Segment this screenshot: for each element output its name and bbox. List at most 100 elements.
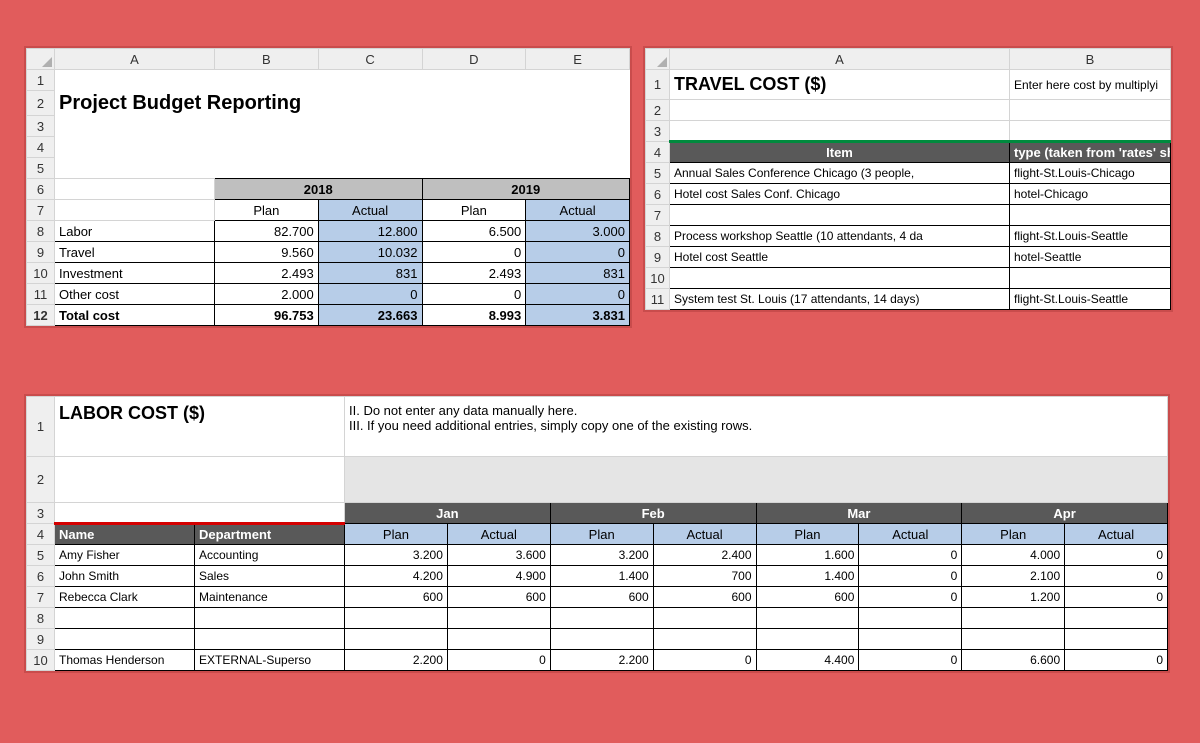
labor-value[interactable]: 0	[1065, 650, 1168, 671]
year-header[interactable]: 2018	[215, 179, 423, 200]
labor-value[interactable]: 1.600	[756, 545, 859, 566]
labor-value[interactable]	[345, 629, 448, 650]
labor-value[interactable]: 4.400	[756, 650, 859, 671]
project-budget-sheet[interactable]: A B C D E 1 2 Project Budget Reporting 3…	[24, 46, 632, 328]
row-header[interactable]: 4	[646, 142, 670, 163]
labor-cost-sheet[interactable]: 1 LABOR COST ($) II. Do not enter any da…	[24, 394, 1170, 673]
dept-header[interactable]: Department	[195, 524, 345, 545]
travel-item[interactable]: Hotel cost Sales Conf. Chicago	[670, 184, 1010, 205]
actual-value[interactable]: 831	[318, 263, 422, 284]
row-header[interactable]: 6	[27, 179, 55, 200]
cost-category[interactable]: Total cost	[55, 305, 215, 326]
col-header[interactable]: B	[1010, 49, 1171, 70]
labor-value[interactable]: 6.600	[962, 650, 1065, 671]
employee-name[interactable]: Amy Fisher	[55, 545, 195, 566]
actual-header[interactable]: Actual	[859, 524, 962, 545]
row-header[interactable]: 3	[27, 503, 55, 524]
row-header[interactable]: 11	[646, 289, 670, 310]
travel-item[interactable]: Annual Sales Conference Chicago (3 peopl…	[670, 163, 1010, 184]
plan-value[interactable]: 9.560	[215, 242, 319, 263]
actual-value[interactable]: 3.000	[526, 221, 630, 242]
travel-type[interactable]	[1010, 205, 1171, 226]
labor-value[interactable]	[962, 629, 1065, 650]
labor-value[interactable]: 600	[550, 587, 653, 608]
employee-name[interactable]: Rebecca Clark	[55, 587, 195, 608]
row-header[interactable]: 3	[27, 116, 55, 137]
row-header[interactable]: 4	[27, 524, 55, 545]
travel-item[interactable]: Process workshop Seattle (10 attendants,…	[670, 226, 1010, 247]
department[interactable]	[195, 629, 345, 650]
labor-value[interactable]	[1065, 629, 1168, 650]
row-header[interactable]: 8	[27, 221, 55, 242]
row-header[interactable]: 1	[27, 70, 55, 91]
labor-value[interactable]	[345, 608, 448, 629]
labor-value[interactable]	[859, 629, 962, 650]
labor-value[interactable]: 0	[1065, 566, 1168, 587]
travel-item[interactable]	[670, 268, 1010, 289]
col-header[interactable]: A	[55, 49, 215, 70]
row-header[interactable]: 11	[27, 284, 55, 305]
labor-value[interactable]: 1.200	[962, 587, 1065, 608]
actual-value[interactable]: 831	[526, 263, 630, 284]
labor-value[interactable]	[447, 629, 550, 650]
travel-type[interactable]	[1010, 268, 1171, 289]
labor-value[interactable]	[756, 608, 859, 629]
labor-value[interactable]	[653, 608, 756, 629]
department[interactable]: EXTERNAL-Superso	[195, 650, 345, 671]
employee-name[interactable]: Thomas Henderson	[55, 650, 195, 671]
item-header[interactable]: Item	[670, 142, 1010, 163]
department[interactable]: Sales	[195, 566, 345, 587]
row-header[interactable]: 7	[646, 205, 670, 226]
select-all-corner[interactable]	[27, 49, 55, 70]
labor-value[interactable]: 2.200	[550, 650, 653, 671]
actual-value[interactable]: 0	[526, 284, 630, 305]
labor-value[interactable]: 4.200	[345, 566, 448, 587]
row-header[interactable]: 8	[27, 608, 55, 629]
labor-value[interactable]	[550, 608, 653, 629]
travel-type[interactable]: flight-St.Louis-Seattle	[1010, 226, 1171, 247]
labor-value[interactable]	[859, 608, 962, 629]
labor-value[interactable]: 600	[653, 587, 756, 608]
month-header[interactable]: Apr	[962, 503, 1168, 524]
row-header[interactable]: 9	[27, 242, 55, 263]
select-all-corner[interactable]	[646, 49, 670, 70]
month-header[interactable]: Feb	[550, 503, 756, 524]
travel-type[interactable]: hotel-Seattle	[1010, 247, 1171, 268]
labor-value[interactable]: 3.200	[345, 545, 448, 566]
labor-value[interactable]: 1.400	[550, 566, 653, 587]
plan-value[interactable]: 2.493	[215, 263, 319, 284]
plan-header[interactable]: Plan	[756, 524, 859, 545]
row-header[interactable]: 12	[27, 305, 55, 326]
actual-header[interactable]: Actual	[1065, 524, 1168, 545]
travel-cost-sheet[interactable]: A B 1 TRAVEL COST ($) Enter here cost by…	[643, 46, 1173, 312]
row-header[interactable]: 1	[646, 70, 670, 100]
labor-value[interactable]: 4.900	[447, 566, 550, 587]
actual-header[interactable]: Actual	[447, 524, 550, 545]
type-header[interactable]: type (taken from 'rates' sheet)	[1010, 142, 1171, 163]
labor-value[interactable]: 700	[653, 566, 756, 587]
row-header[interactable]: 5	[27, 545, 55, 566]
name-header[interactable]: Name	[55, 524, 195, 545]
actual-header[interactable]: Actual	[318, 200, 422, 221]
labor-value[interactable]: 600	[756, 587, 859, 608]
month-header[interactable]: Mar	[756, 503, 962, 524]
department[interactable]: Accounting	[195, 545, 345, 566]
labor-value[interactable]	[756, 629, 859, 650]
actual-value[interactable]: 12.800	[318, 221, 422, 242]
labor-value[interactable]: 3.200	[550, 545, 653, 566]
labor-value[interactable]: 0	[447, 650, 550, 671]
plan-header[interactable]: Plan	[962, 524, 1065, 545]
cost-category[interactable]: Other cost	[55, 284, 215, 305]
labor-value[interactable]: 0	[1065, 587, 1168, 608]
row-header[interactable]: 9	[27, 629, 55, 650]
labor-value[interactable]	[447, 608, 550, 629]
row-header[interactable]: 1	[27, 397, 55, 457]
row-header[interactable]: 8	[646, 226, 670, 247]
labor-value[interactable]: 4.000	[962, 545, 1065, 566]
department[interactable]	[195, 608, 345, 629]
labor-value[interactable]: 0	[859, 545, 962, 566]
labor-value[interactable]	[550, 629, 653, 650]
labor-value[interactable]: 3.600	[447, 545, 550, 566]
plan-header[interactable]: Plan	[550, 524, 653, 545]
row-header[interactable]: 2	[27, 457, 55, 503]
